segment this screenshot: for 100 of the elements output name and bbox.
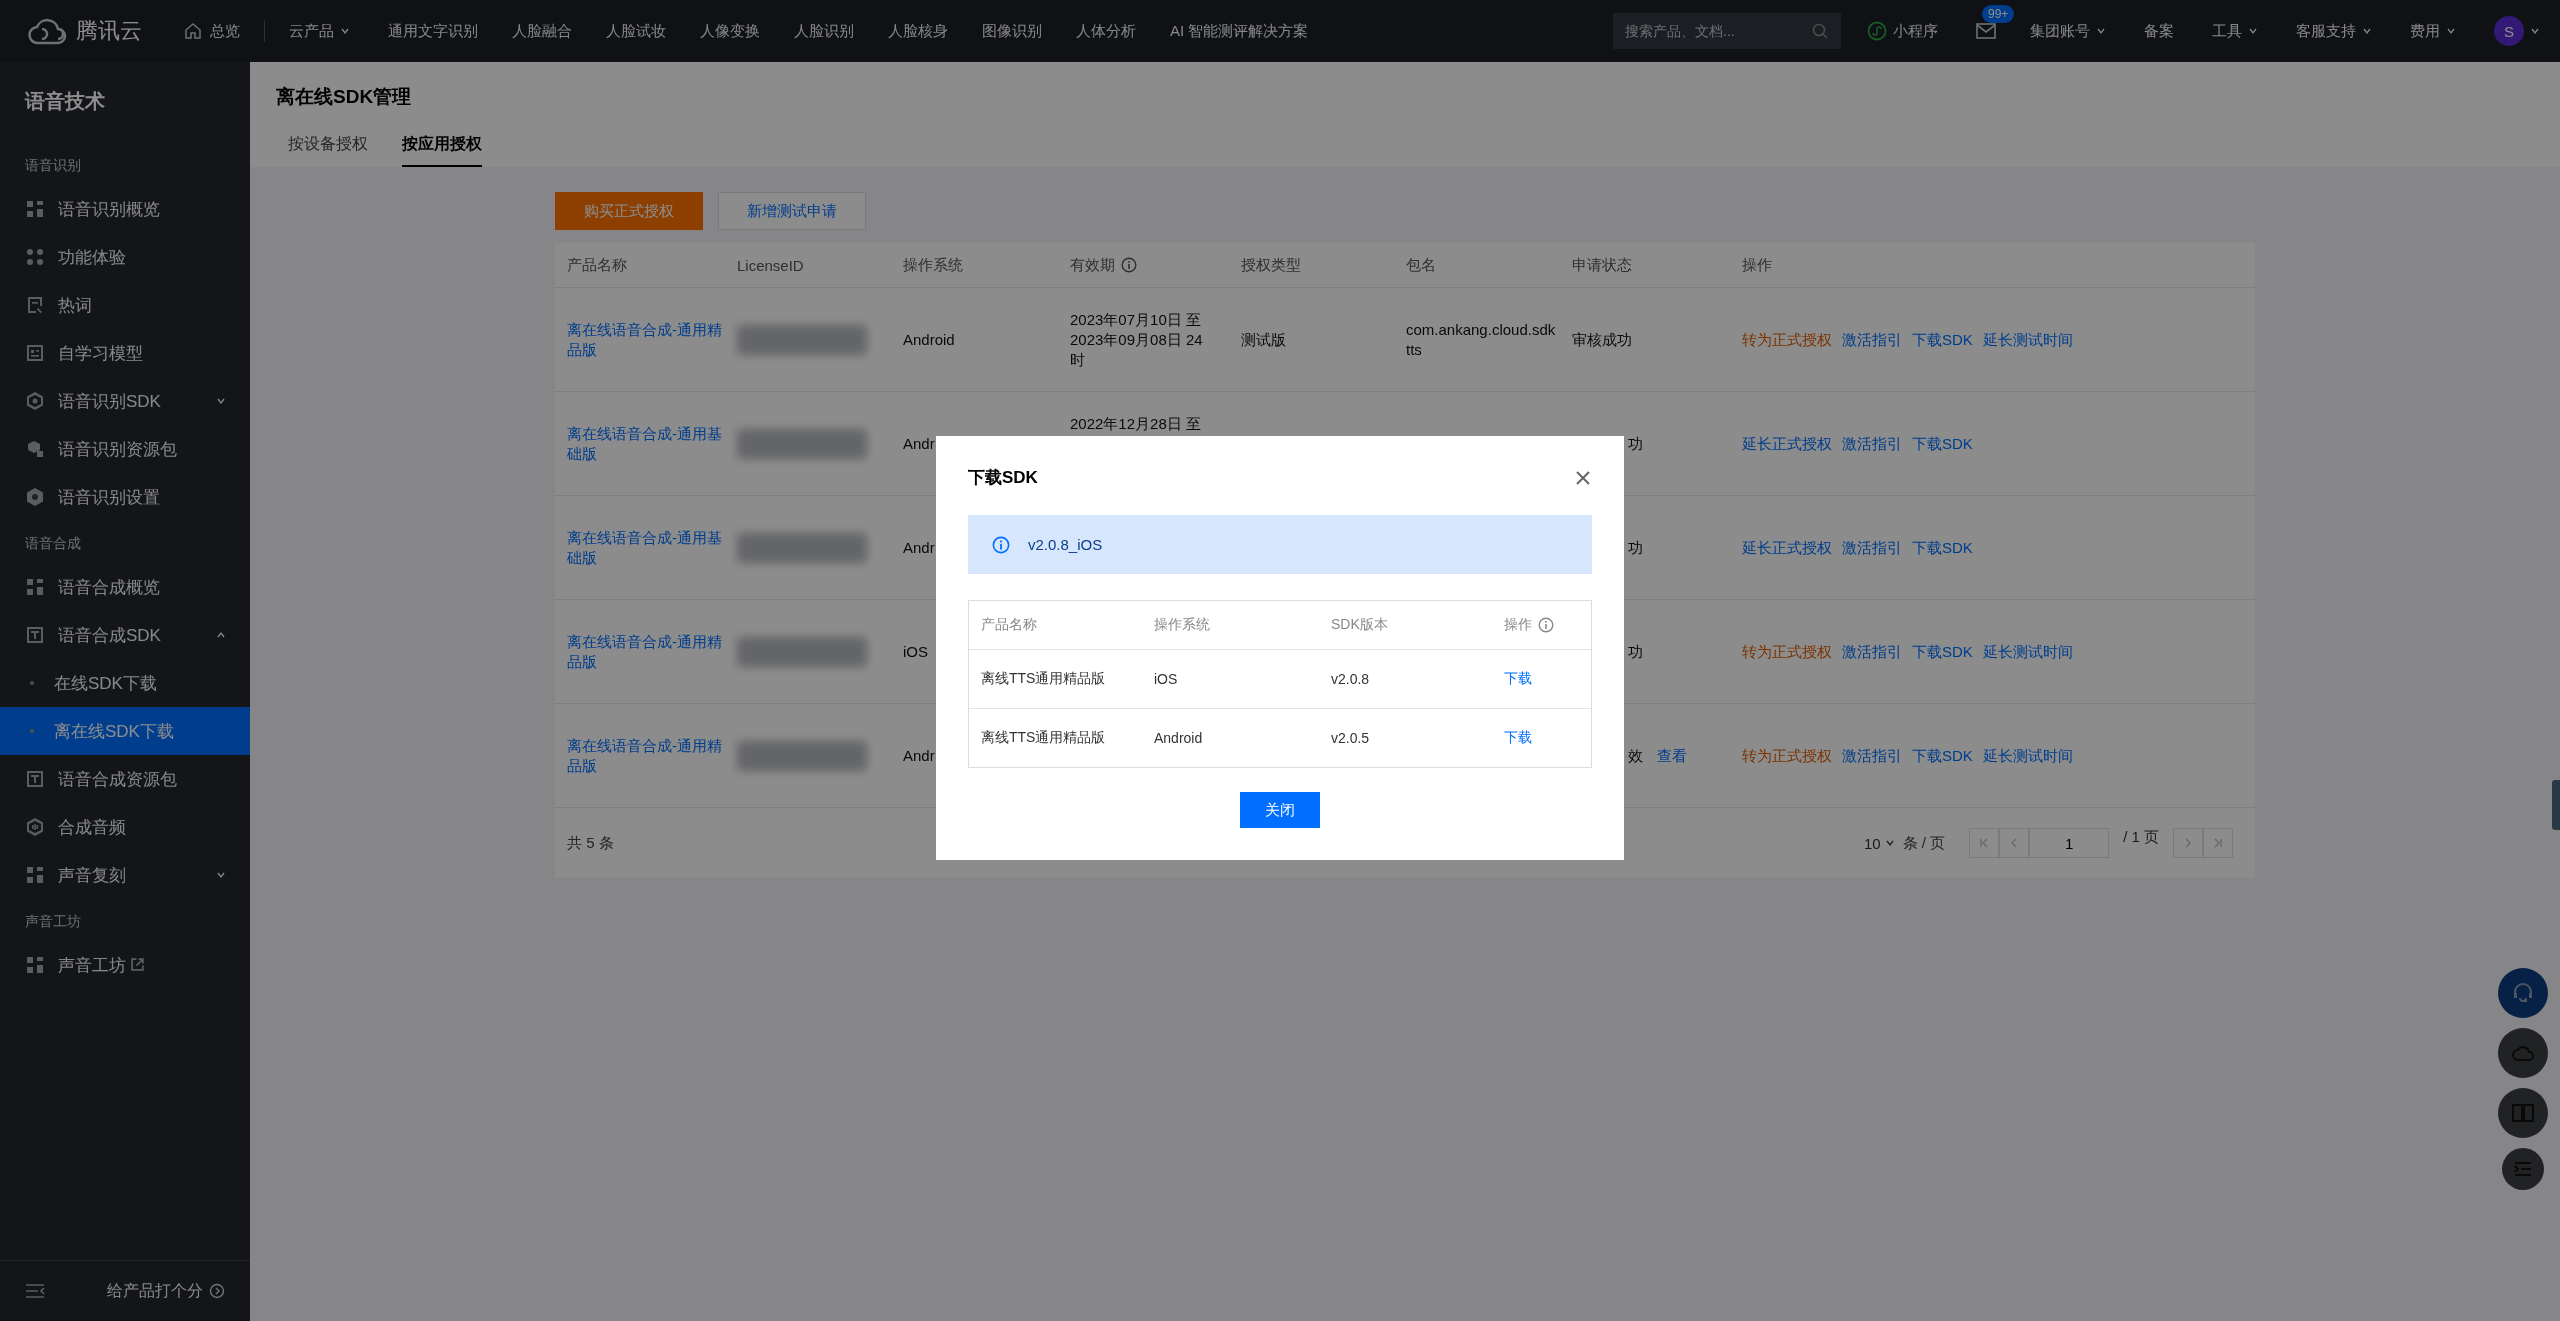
close-dialog-button[interactable]: 关闭 <box>1240 792 1320 828</box>
first-page-icon <box>1979 838 1990 848</box>
action-link[interactable]: 转为正式授权 <box>1742 745 1832 766</box>
action-link[interactable]: 延长正式授权 <box>1742 537 1832 558</box>
tab[interactable]: 按应用授权 <box>402 128 482 167</box>
sidebar-item[interactable]: 声音复刻 <box>0 851 250 899</box>
action-link[interactable]: 转为正式授权 <box>1742 329 1832 350</box>
column-header: 申请状态 <box>1572 255 1632 275</box>
nav-menu[interactable]: 客服支持 <box>2296 21 2356 41</box>
nav-link[interactable]: 图像识别 <box>982 22 1042 40</box>
page-input[interactable]: 1 <box>2029 828 2110 858</box>
caret-icon <box>2446 26 2456 36</box>
action-link[interactable]: 下载SDK <box>1912 641 1973 662</box>
document-icon <box>25 295 45 315</box>
sidebar-item[interactable]: 语音识别设置 <box>0 473 250 521</box>
action-link[interactable]: 激活指引 <box>1842 537 1902 558</box>
nav-link[interactable]: AI 智能测评解决方案 <box>1170 22 1309 40</box>
action-link[interactable]: 延长测试时间 <box>1982 329 2073 350</box>
nav-link[interactable]: 人脸核身 <box>888 22 948 40</box>
column-header: SDK版本 <box>1331 616 1388 634</box>
logo-text[interactable]: 腾讯云 <box>76 18 142 44</box>
product-link[interactable]: 离在线语音合成-通用基础版 <box>567 423 723 464</box>
sidebar-item[interactable]: 语音合成资源包 <box>0 755 250 803</box>
sidebar-group-label: 声音工坊 <box>24 912 82 931</box>
nav-link[interactable]: 人脸试妆 <box>606 22 666 40</box>
sidebar-item[interactable]: 语音合成概览 <box>0 563 250 611</box>
notification-badge: 99+ <box>1982 5 2015 23</box>
sidebar-item[interactable]: 声音工坊 <box>0 941 250 989</box>
table-cell: Andr <box>903 538 935 556</box>
nav-link[interactable]: 人体分析 <box>1076 22 1136 40</box>
view-link[interactable]: 查看 <box>1657 745 1687 766</box>
nav-link[interactable]: 通用文字识别 <box>388 22 478 40</box>
caret-icon <box>2530 26 2540 36</box>
search-field[interactable]: 搜索产品、文档... <box>1613 13 1841 49</box>
action-link[interactable]: 激活指引 <box>1842 745 1902 766</box>
nav-menu[interactable]: 集团账号 <box>2030 21 2090 41</box>
text-box-icon <box>25 769 45 789</box>
sidebar-item[interactable]: 语音识别概览 <box>0 185 250 233</box>
nav-link[interactable]: 云产品 <box>289 21 334 41</box>
action-link[interactable]: 延长测试时间 <box>1982 745 2073 766</box>
sidebar-item[interactable]: 功能体验 <box>0 233 250 281</box>
nav-link[interactable]: 人脸融合 <box>512 22 572 40</box>
action-link[interactable]: 下载SDK <box>1912 329 1973 350</box>
status-text: 效 <box>1628 745 1643 766</box>
action-link[interactable]: 下载SDK <box>1912 745 1973 766</box>
sidebar-item[interactable]: 语音合成SDK <box>0 611 250 659</box>
list-icon <box>2513 1161 2533 1177</box>
text-box-icon <box>25 625 45 645</box>
sidebar-item[interactable]: 自学习模型 <box>0 329 250 377</box>
product-link[interactable]: 离在线语音合成-通用精品版 <box>567 319 723 360</box>
nav-link[interactable]: 小程序 <box>1893 21 1938 41</box>
sidebar-item[interactable]: 语音识别资源包 <box>0 425 250 473</box>
action-link[interactable]: 激活指引 <box>1842 641 1902 662</box>
action-link[interactable]: 转为正式授权 <box>1742 641 1832 662</box>
page-size-select[interactable]: 10 <box>1863 834 1895 852</box>
sidebar-item[interactable]: 合成音频 <box>0 803 250 851</box>
sidebar-group-label: 语音识别 <box>24 156 82 175</box>
product-link[interactable]: 离在线语音合成-通用精品版 <box>567 735 723 776</box>
download-link[interactable]: 下载 <box>1504 729 1532 745</box>
info-icon <box>1538 617 1554 633</box>
nav-menu[interactable]: 费用 <box>2410 21 2440 41</box>
grid-icon <box>25 955 45 975</box>
table-cell: Andr <box>903 746 935 764</box>
grid-icon <box>25 865 45 885</box>
sidebar-item[interactable]: 热词 <box>0 281 250 329</box>
action-link[interactable]: 激活指引 <box>1842 433 1902 454</box>
dots-grid-icon <box>25 247 45 267</box>
collapse-icon[interactable] <box>25 1283 45 1299</box>
tab[interactable]: 按设备授权 <box>288 128 368 167</box>
sidebar-subitem[interactable]: 在线SDK下载 <box>0 659 250 707</box>
close-button[interactable] <box>1574 468 1592 487</box>
table-cell-text: 时 <box>1070 349 1086 370</box>
nav-link[interactable]: 人像变换 <box>700 22 760 40</box>
sidebar-title: 语音技术 <box>23 89 106 114</box>
user-avatar[interactable]: S <box>2494 16 2524 46</box>
product-link[interactable]: 离在线语音合成-通用基础版 <box>567 527 723 568</box>
nav-link[interactable]: 人脸识别 <box>794 22 854 40</box>
action-link[interactable]: 延长正式授权 <box>1742 433 1832 454</box>
nav-link[interactable]: 总览 <box>210 21 240 41</box>
rate-product-link[interactable]: 给产品打个分 <box>107 1280 203 1302</box>
nav-menu[interactable]: 工具 <box>2212 21 2242 41</box>
home-icon <box>184 22 202 40</box>
status-text: 功 <box>1628 433 1643 454</box>
last-page-icon <box>2213 838 2223 848</box>
action-link[interactable]: 激活指引 <box>1842 329 1902 350</box>
action-link[interactable]: 下载SDK <box>1912 537 1973 558</box>
add-button[interactable]: 新增测试申请 <box>718 192 866 230</box>
action-link[interactable]: 下载SDK <box>1912 433 1973 454</box>
download-link[interactable]: 下载 <box>1504 670 1532 686</box>
column-header: 产品名称 <box>981 616 1037 634</box>
dialog-title: 下载SDK <box>968 467 1038 489</box>
sidebar-subitem[interactable]: 离在线SDK下载 <box>0 707 250 755</box>
action-link[interactable]: 延长测试时间 <box>1982 641 2073 662</box>
info-icon <box>992 535 1010 554</box>
nav-menu[interactable]: 备案 <box>2144 21 2174 41</box>
mail-icon[interactable] <box>1976 23 1996 39</box>
table-cell-text: Android <box>1154 730 1204 746</box>
product-link[interactable]: 离在线语音合成-通用精品版 <box>567 631 723 672</box>
table-cell: Andr <box>903 434 935 452</box>
sidebar-item[interactable]: 语音识别SDK <box>0 377 250 425</box>
